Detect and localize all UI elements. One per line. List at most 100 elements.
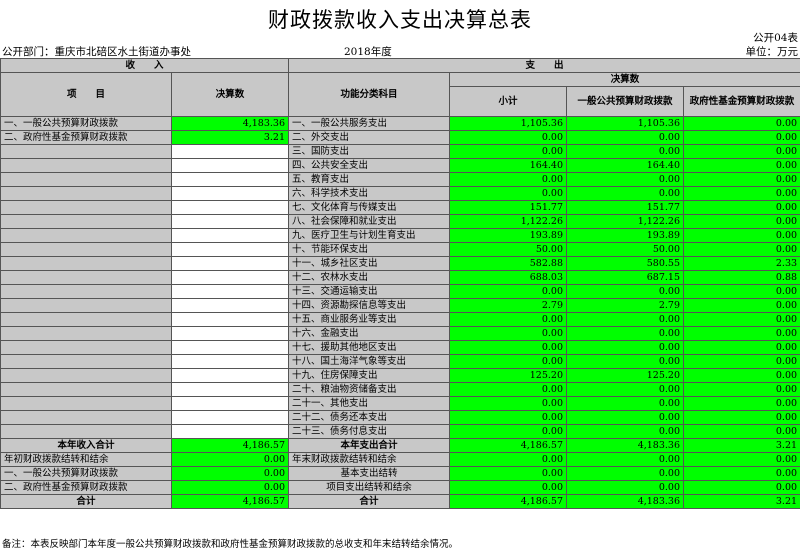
empty-income-label [0,312,172,327]
expense-general: 164.40 [566,158,685,173]
general-budget-header: 一般公共预算财政拨款 [566,86,685,117]
expense-subtotal: 2.79 [449,298,568,313]
expense-fund: 0.00 [683,228,800,243]
expense-subtotal: 50.00 [449,242,568,257]
total-expense-general: 0.00 [566,466,685,481]
table-row: 十六、金融支出 0.00 0.00 0.00 [0,326,800,341]
total-expense-subtotal: 0.00 [449,466,568,481]
total-income-label: 本年收入合计 [0,438,172,453]
expense-subtotal: 0.00 [449,284,568,299]
expense-subtotal: 1,122.26 [449,214,568,229]
expense-subtotal: 688.03 [449,270,568,285]
empty-income-label [0,200,172,215]
empty-income-label [0,396,172,411]
expense-item-label: 十六、金融支出 [288,326,451,341]
empty-income-value [170,396,290,411]
footnote: 备注：本表反映部门本年度一般公共预算财政拨款和政府性基金预算财政拨款的总收支和年… [2,539,459,550]
total-expense-subtotal: 0.00 [449,452,568,467]
empty-income-value [170,144,290,159]
total-expense-general: 4,183.36 [566,494,685,509]
expense-fund: 0.00 [683,298,800,313]
table-row: 十、节能环保支出 50.00 50.00 0.00 [0,242,800,257]
empty-income-label [0,186,172,201]
total-expense-label: 本年支出合计 [288,438,451,453]
expense-fund: 0.00 [683,186,800,201]
empty-income-value [170,214,290,229]
income-item-label: 二、政府性基金预算财政拨款 [0,130,172,145]
empty-income-label [0,158,172,173]
expense-fund: 0.00 [683,312,800,327]
subtotal-header: 小计 [449,86,568,117]
income-item-label: 一、一般公共预算财政拨款 [0,116,172,131]
expense-general: 0.00 [566,382,685,397]
expense-subtotal: 0.00 [449,354,568,369]
empty-income-value [170,186,290,201]
total-expense-general: 0.00 [566,480,685,495]
table-row: 十三、交通运输支出 0.00 0.00 0.00 [0,284,800,299]
budget-summary-table: 收 入 支 出 项 目 决算数 功能分类科目 决算数 小计 一般公共预算财政拨款… [0,58,800,509]
expense-general: 0.00 [566,340,685,355]
total-expense-fund: 0.00 [683,466,800,481]
expense-header: 支 出 [288,58,800,73]
department-label: 公开部门：重庆市北碚区水土街道办事处 [2,46,191,58]
expense-fund: 0.00 [683,116,800,131]
empty-income-value [170,424,290,439]
expense-subtotal: 125.20 [449,368,568,383]
expense-fund: 0.00 [683,410,800,425]
expense-item-label: 十五、商业服务业等支出 [288,312,451,327]
expense-subtotal: 0.00 [449,130,568,145]
empty-income-value [170,298,290,313]
table-row: 一、一般公共预算财政拨款 4,183.36 一、一般公共服务支出 1,105.36 1,… [0,116,800,131]
empty-income-label [0,270,172,285]
grand-total-row: 合计 4,186.57 合计 4,186.57 4,183.36 3.21 [0,494,800,509]
expense-fund: 0.00 [683,200,800,215]
empty-income-label [0,228,172,243]
total-income-value: 4,186.57 [170,438,290,453]
expense-general: 0.00 [566,172,685,187]
table-row: 十四、资源勘探信息等支出 2.79 2.79 0.00 [0,298,800,313]
table-row: 二十、粮油物资储备支出 0.00 0.00 0.00 [0,382,800,397]
expense-subtotal: 151.77 [449,200,568,215]
expense-subtotal: 164.40 [449,158,568,173]
empty-income-value [170,368,290,383]
gov-fund-header: 政府性基金预算财政拨款 [683,86,800,117]
expense-item-label: 十二、农林水支出 [288,270,451,285]
total-expense-subtotal: 0.00 [449,480,568,495]
expense-subtotal: 0.00 [449,312,568,327]
empty-income-label [0,144,172,159]
expense-general: 151.77 [566,200,685,215]
report-meta: 公开部门：重庆市北碚区水土街道办事处 2018年度 单位：万元 [2,44,798,58]
expense-fund: 0.00 [683,144,800,159]
fiscal-year: 2018年度 [344,46,392,58]
expense-item-label: 六、科学技术支出 [288,186,451,201]
expense-subtotal: 0.00 [449,144,568,159]
total-expense-subtotal: 4,186.57 [449,438,568,453]
expense-fund: 0.00 [683,158,800,173]
empty-income-label [0,256,172,271]
expense-fund: 0.00 [683,326,800,341]
expense-fund: 0.00 [683,340,800,355]
empty-income-value [170,340,290,355]
table-row: 六、科学技术支出 0.00 0.00 0.00 [0,186,800,201]
expense-general: 125.20 [566,368,685,383]
total-income-value: 4,186.57 [170,494,290,509]
total-income-label: 二、政府性基金预算财政拨款 [0,480,172,495]
empty-income-value [170,312,290,327]
expense-item-label: 十八、国土海洋气象等支出 [288,354,451,369]
expense-fund: 0.00 [683,284,800,299]
expense-general: 0.00 [566,144,685,159]
table-row: 十七、援助其他地区支出 0.00 0.00 0.00 [0,340,800,355]
table-row: 九、医疗卫生与计划生育支出 193.89 193.89 0.00 [0,228,800,243]
expense-general: 0.00 [566,130,685,145]
expense-fund: 0.00 [683,172,800,187]
expense-general: 0.00 [566,410,685,425]
table-row: 四、公共安全支出 164.40 164.40 0.00 [0,158,800,173]
expense-general: 1,122.26 [566,214,685,229]
expense-item-label: 十一、城乡社区支出 [288,256,451,271]
total-income-label: 一、一般公共预算财政拨款 [0,466,172,481]
total-expense-label: 项目支出结转和结余 [288,480,451,495]
empty-income-value [170,172,290,187]
empty-income-label [0,214,172,229]
expense-general: 687.15 [566,270,685,285]
expense-item-label: 十、节能环保支出 [288,242,451,257]
